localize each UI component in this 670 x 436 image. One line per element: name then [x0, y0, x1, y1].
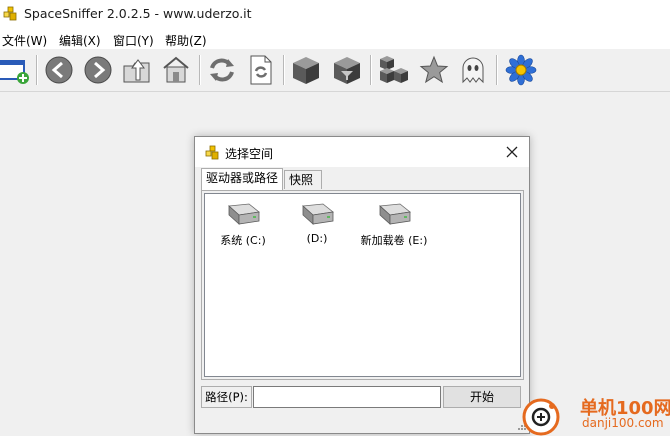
spacesniffer-app-icon	[3, 6, 17, 21]
toolbar-separator	[36, 55, 38, 85]
watermark-url: danji100.com	[582, 416, 664, 430]
menu-window[interactable]: 窗口(Y)	[113, 32, 154, 49]
menu-bar: 文件(W) 编辑(X) 窗口(Y) 帮助(Z)	[0, 29, 670, 49]
up-folder-icon	[123, 59, 150, 83]
favorites-button[interactable]	[416, 52, 452, 88]
toolbar-separator	[199, 55, 201, 85]
start-button[interactable]: 开始	[443, 386, 521, 408]
about-button[interactable]	[503, 52, 539, 88]
select-space-dialog: 选择空间 驱动器或路径 快照 系统 (C:) (D:) 新加载卷 (E:) 路径…	[194, 136, 530, 434]
spacesniffer-app-icon	[205, 145, 219, 160]
back-button[interactable]	[41, 52, 77, 88]
hard-drive-icon	[228, 203, 260, 225]
dialog-title: 选择空间	[225, 147, 274, 161]
close-button[interactable]	[495, 137, 529, 167]
ghost-button[interactable]	[455, 52, 491, 88]
blue-flower-icon	[505, 54, 537, 86]
watermark-logo-icon	[522, 398, 560, 436]
drive-label-e: 新加载卷 (E:)	[360, 234, 428, 247]
rescan-button[interactable]	[243, 52, 279, 88]
new-space-button[interactable]	[0, 52, 30, 88]
cube-filter-button[interactable]	[329, 52, 365, 88]
toolbar-separator	[496, 55, 498, 85]
drive-item-e[interactable]: 新加载卷 (E:)	[354, 202, 434, 252]
hard-drive-icon	[302, 203, 334, 225]
cube-dark-icon	[293, 57, 319, 84]
path-label: 路径(P):	[201, 386, 252, 408]
dialog-titlebar: 选择空间	[195, 137, 529, 167]
menu-edit[interactable]: 编辑(X)	[59, 32, 101, 49]
forward-icon	[84, 56, 112, 84]
path-row: 路径(P): 开始	[201, 386, 522, 408]
drive-label-d: (D:)	[306, 232, 328, 245]
new-space-icon	[0, 60, 29, 84]
cube-filter-icon	[334, 57, 360, 84]
cubes-group-button[interactable]	[376, 52, 412, 88]
tab-snapshot[interactable]: 快照	[284, 170, 322, 189]
window-titlebar: SpaceSniffer 2.0.2.5 - www.uderzo.it	[0, 0, 670, 29]
path-input[interactable]	[253, 386, 441, 408]
drive-item-c[interactable]: 系统 (C:)	[203, 202, 283, 252]
drive-list: 系统 (C:) (D:) 新加载卷 (E:)	[204, 193, 521, 377]
forward-button[interactable]	[80, 52, 116, 88]
dialog-body: 驱动器或路径 快照 系统 (C:) (D:) 新加载卷 (E:) 路径(P): …	[195, 167, 529, 433]
cube-dark-button[interactable]	[288, 52, 324, 88]
refresh-icon	[210, 58, 234, 82]
star-icon	[419, 55, 449, 84]
drive-list-panel: 系统 (C:) (D:) 新加载卷 (E:)	[201, 190, 524, 380]
site-watermark: 单机100网 danji100.com	[522, 392, 670, 436]
toolbar-separator	[283, 55, 285, 85]
home-icon	[163, 56, 189, 83]
cubes-group-icon	[380, 56, 408, 83]
refresh-button[interactable]	[204, 52, 240, 88]
close-icon	[506, 146, 518, 158]
toolbar-separator	[370, 55, 372, 85]
toolbar	[0, 49, 670, 92]
up-folder-button[interactable]	[119, 52, 155, 88]
home-button[interactable]	[158, 52, 194, 88]
tab-drives-or-path[interactable]: 驱动器或路径	[201, 168, 284, 190]
ghost-icon	[462, 57, 484, 84]
menu-help[interactable]: 帮助(Z)	[165, 32, 207, 49]
drive-item-d[interactable]: (D:)	[277, 202, 357, 252]
back-icon	[45, 56, 73, 84]
hard-drive-icon	[379, 203, 411, 225]
rescan-document-icon	[250, 55, 272, 85]
drive-label-c: 系统 (C:)	[220, 234, 266, 247]
menu-file[interactable]: 文件(W)	[2, 32, 47, 49]
window-title: SpaceSniffer 2.0.2.5 - www.uderzo.it	[24, 6, 252, 21]
